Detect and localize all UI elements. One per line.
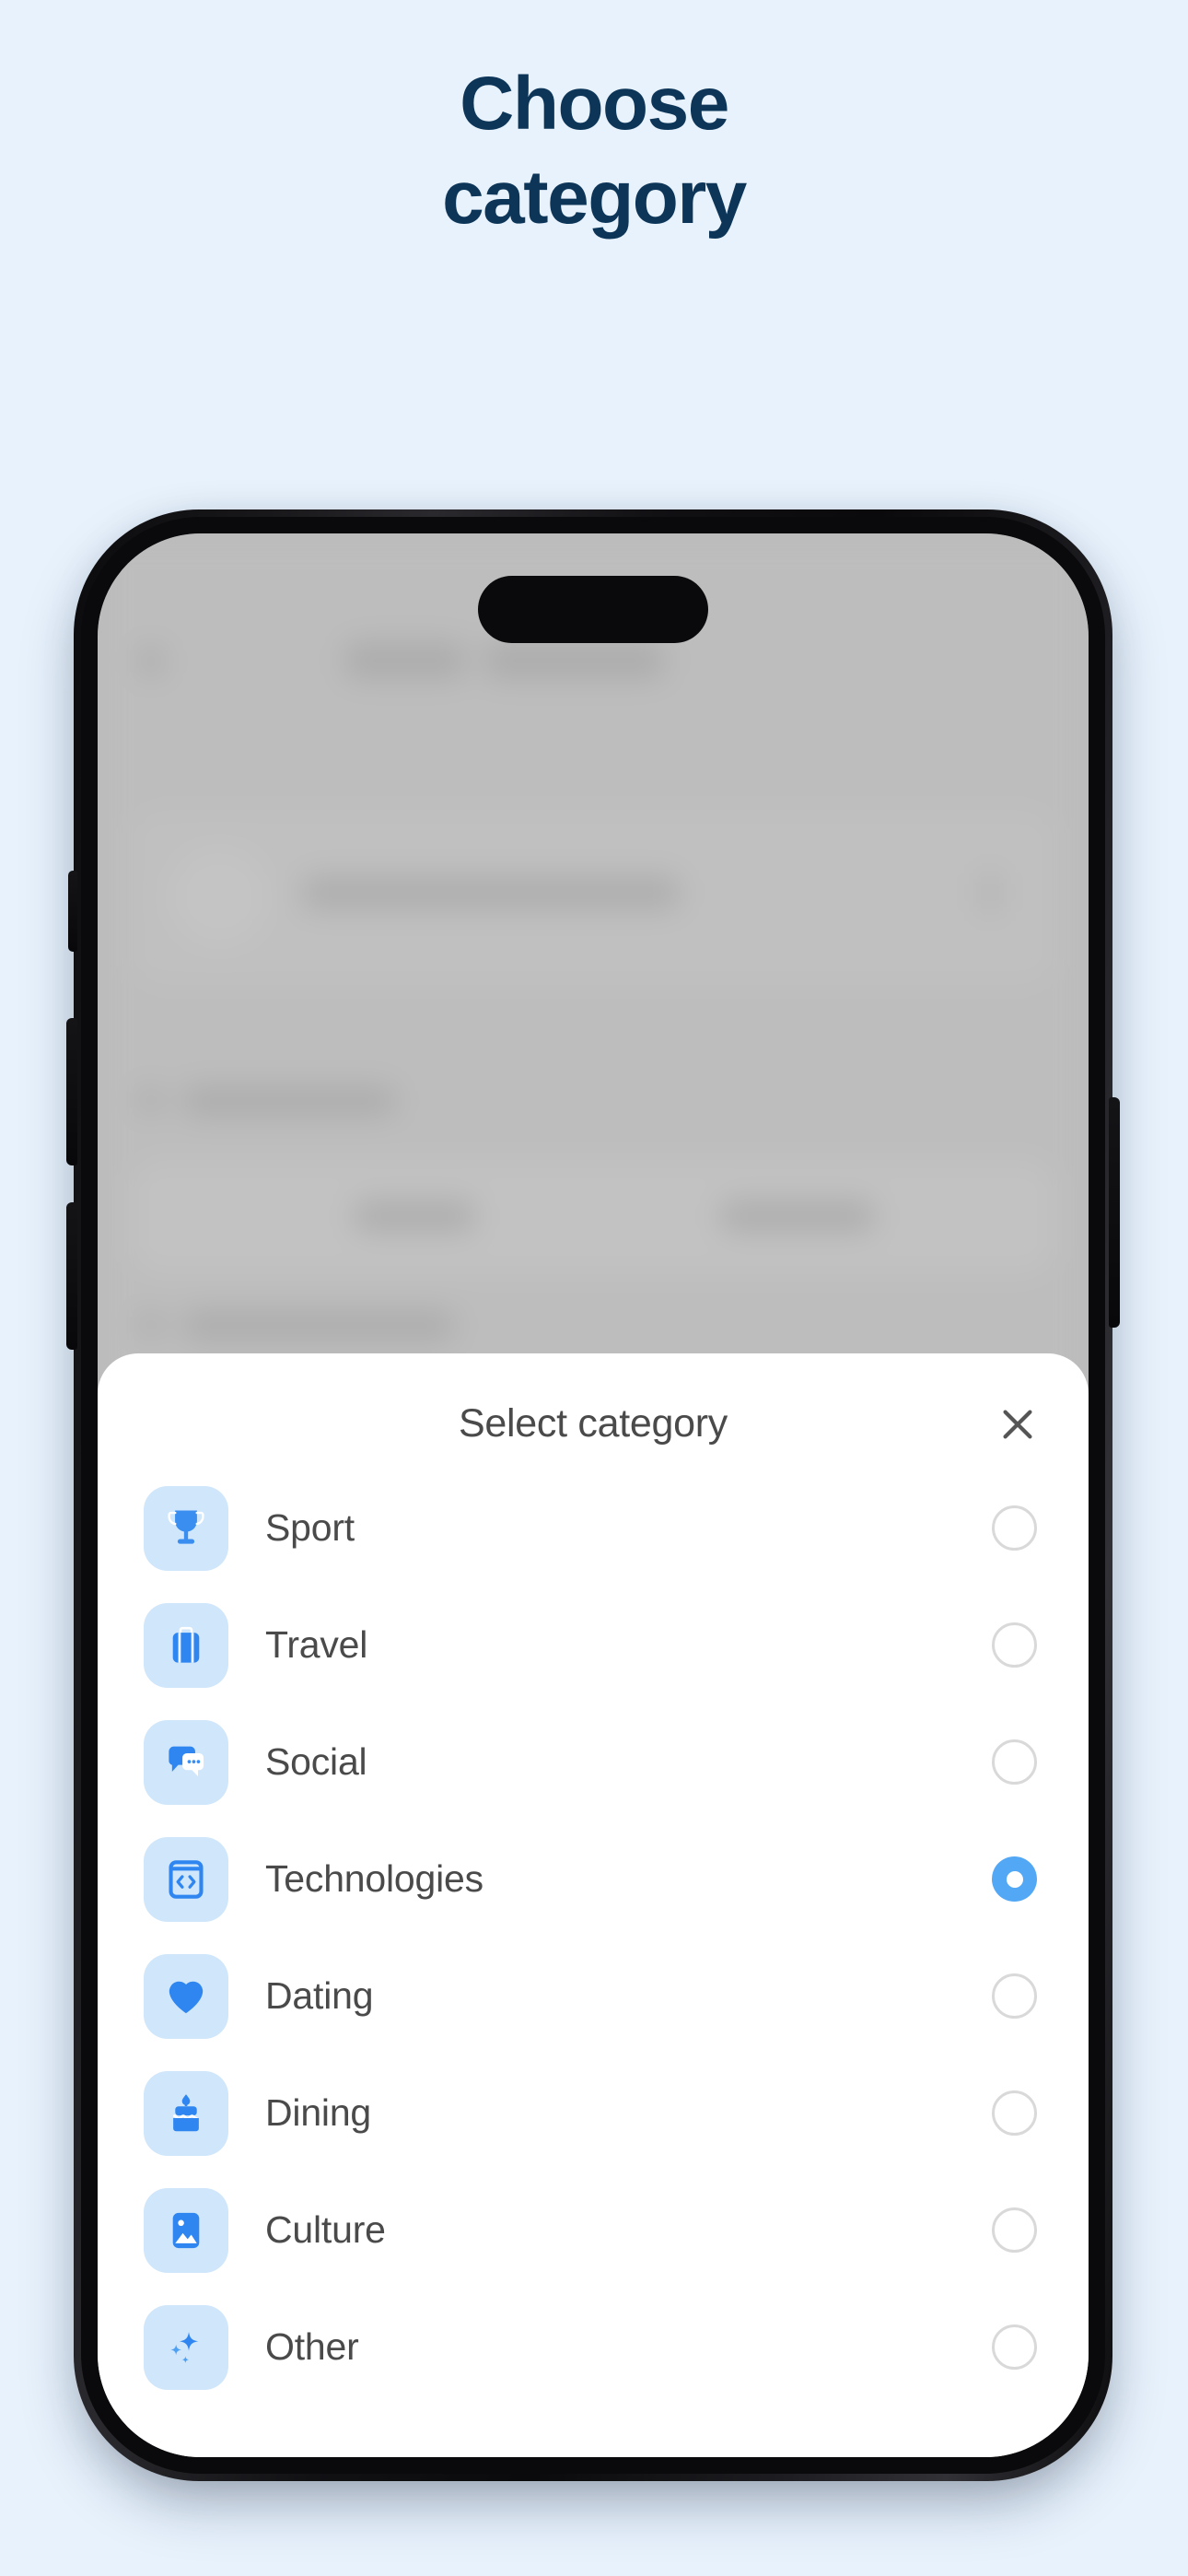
category-radio-social[interactable] (992, 1739, 1037, 1785)
page-title: Choose category (0, 66, 1188, 236)
category-row-social[interactable]: Social (98, 1704, 1089, 1821)
category-radio-dating[interactable] (992, 1973, 1037, 2019)
category-row-dining[interactable]: Dining (98, 2055, 1089, 2172)
trophy-icon (144, 1485, 228, 1571)
category-row-sport[interactable]: Sport (98, 1469, 1089, 1587)
category-list: Sport Travel Social Technologies Dating … (98, 1469, 1089, 2415)
code-icon (144, 1836, 228, 1922)
category-row-dating[interactable]: Dating (98, 1938, 1089, 2055)
category-label: Travel (265, 1623, 368, 1666)
cake-icon (144, 2070, 228, 2156)
category-label: Other (265, 2325, 359, 2368)
phone-mockup: Select category Sport Travel Social Tech… (66, 509, 1120, 2490)
image-icon (144, 2187, 228, 2273)
power-button[interactable] (1109, 1097, 1120, 1328)
phone-frame: Select category Sport Travel Social Tech… (66, 509, 1120, 2481)
category-radio-travel[interactable] (992, 1622, 1037, 1668)
category-row-travel[interactable]: Travel (98, 1587, 1089, 1704)
category-row-culture[interactable]: Culture (98, 2172, 1089, 2289)
sheet-title: Select category (459, 1401, 728, 1446)
category-label: Sport (265, 1506, 355, 1549)
sparkles-icon (144, 2304, 228, 2390)
category-radio-sport[interactable] (992, 1505, 1037, 1551)
category-label: Dating (265, 1974, 374, 2017)
page-title-line-1: Choose (460, 62, 729, 146)
category-label: Social (265, 1740, 367, 1783)
page-title-line-2: category (442, 156, 747, 240)
silent-switch[interactable] (68, 871, 77, 952)
heart-icon (144, 1953, 228, 2039)
volume-up-button[interactable] (66, 1018, 77, 1165)
suitcase-icon (144, 1602, 228, 1688)
category-row-technologies[interactable]: Technologies (98, 1821, 1089, 1938)
category-radio-other[interactable] (992, 2324, 1037, 2370)
category-radio-dining[interactable] (992, 2090, 1037, 2136)
category-label: Dining (265, 2091, 372, 2134)
sheet-header: Select category (98, 1353, 1089, 1469)
category-row-other[interactable]: Other (98, 2289, 1089, 2406)
category-radio-culture[interactable] (992, 2207, 1037, 2253)
category-label: Culture (265, 2208, 386, 2251)
phone-screen: Select category Sport Travel Social Tech… (98, 533, 1089, 2457)
dynamic-island (478, 576, 708, 643)
close-button[interactable] (991, 1398, 1044, 1451)
category-label: Technologies (265, 1857, 483, 1900)
select-category-sheet: Select category Sport Travel Social Tech… (98, 1353, 1089, 2457)
category-radio-technologies[interactable] (992, 1856, 1037, 1902)
volume-down-button[interactable] (66, 1202, 77, 1350)
close-icon (996, 1403, 1039, 1446)
chat-icon (144, 1719, 228, 1805)
